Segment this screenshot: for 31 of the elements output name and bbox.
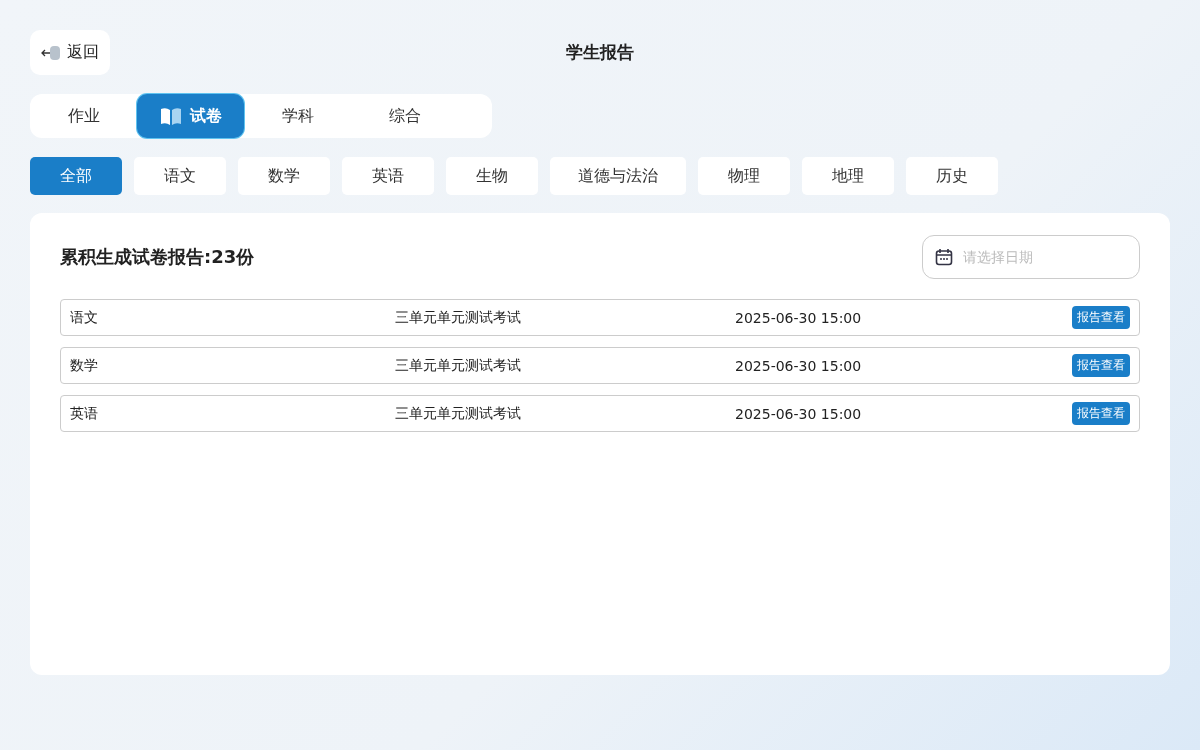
report-time: 2025-06-30 15:00	[735, 405, 863, 422]
subject-filter[interactable]: 地理	[802, 157, 894, 195]
subject-text: 英语	[70, 404, 99, 423]
view-report-button[interactable]: 报告查看	[1072, 402, 1130, 425]
view-report-button[interactable]: 报告查看	[1072, 354, 1130, 377]
report-time: 2025-06-30 15:00	[735, 357, 863, 374]
page-title: 学生报告	[566, 41, 634, 64]
subject-filter[interactable]: 英语	[342, 157, 434, 195]
back-button[interactable]: 返回	[30, 30, 110, 75]
subject-text: 语文	[70, 308, 99, 327]
subject-filter[interactable]: 生物	[446, 157, 538, 195]
subject-filter[interactable]: 语文	[134, 157, 226, 195]
exam-name: 三单元单元测试考试	[395, 356, 522, 375]
back-arrow-icon	[41, 43, 61, 62]
exam-name: 三单元单元测试考试	[395, 404, 522, 423]
tab[interactable]: 学科	[244, 94, 351, 138]
view-report-button[interactable]: 报告查看	[1072, 306, 1130, 329]
subject-filter[interactable]: 数学	[238, 157, 330, 195]
tab[interactable]: 综合	[351, 94, 458, 138]
tab[interactable]: 作业	[30, 94, 137, 138]
subject-filter[interactable]: 历史	[906, 157, 998, 195]
subject-text: 数学	[70, 356, 99, 375]
book-icon	[159, 107, 182, 125]
report-count: 累积生成试卷报告:23份	[60, 245, 255, 269]
subject-filter[interactable]: 物理	[698, 157, 790, 195]
date-field[interactable]: 请选择日期	[922, 235, 1140, 279]
subject-filter[interactable]: 道德与法治	[550, 157, 686, 195]
exam-name: 三单元单元测试考试	[395, 308, 522, 327]
report-time: 2025-06-30 15:00	[735, 309, 863, 326]
subject-filter[interactable]: 全部	[30, 157, 122, 195]
tab[interactable]: 试卷	[137, 94, 244, 138]
